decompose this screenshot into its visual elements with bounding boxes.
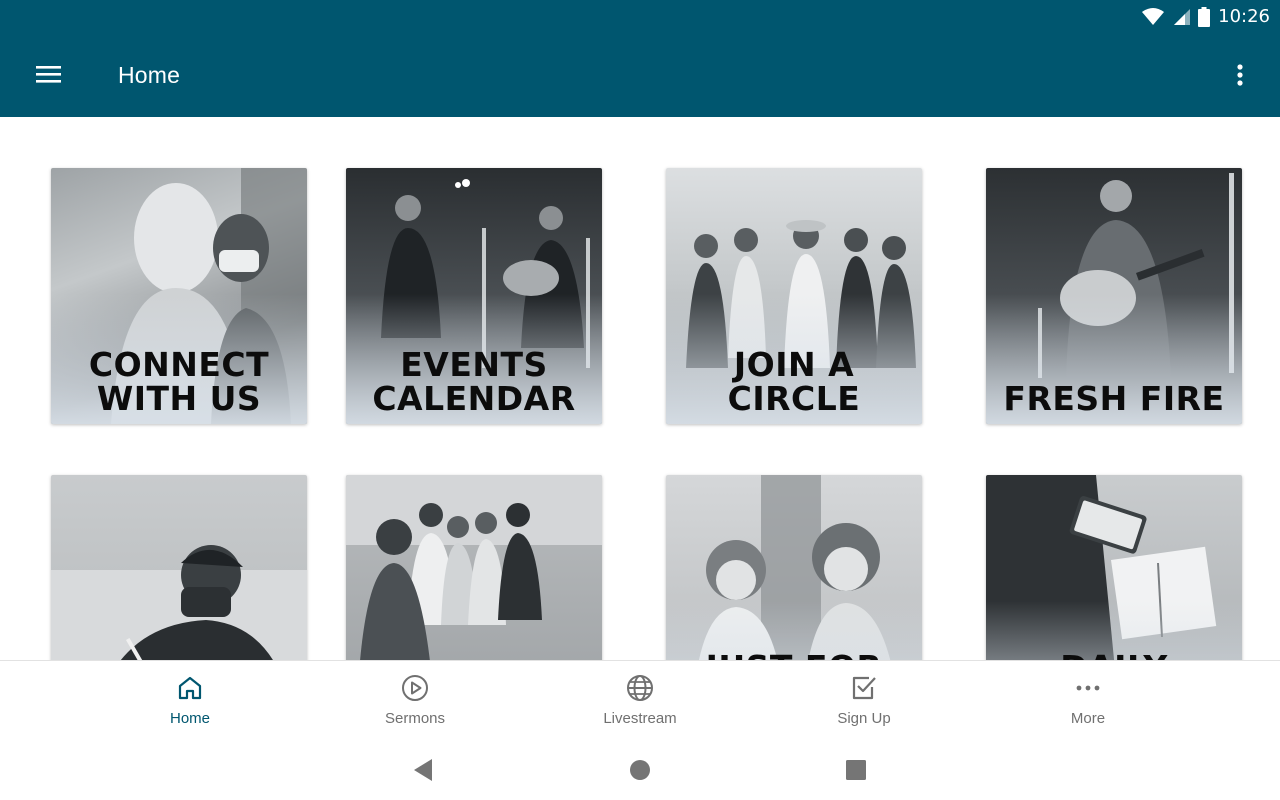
status-icons: 10:26 — [1142, 6, 1270, 27]
nav-label: Livestream — [603, 710, 677, 727]
more-vert-icon — [1237, 64, 1243, 86]
tile-photo — [346, 475, 602, 660]
nav-item-livestream[interactable]: Livestream — [570, 661, 710, 741]
system-navigation-bar — [0, 740, 1280, 800]
tile-photo — [51, 475, 307, 660]
nav-item-sign-up[interactable]: Sign Up — [794, 661, 934, 741]
tile-label: JOIN A CIRCLE — [727, 345, 861, 418]
tile-label: CONNECT WITH US — [88, 345, 270, 418]
globe-icon — [627, 675, 653, 701]
clock: 10:26 — [1218, 6, 1270, 27]
system-back-button[interactable] — [408, 756, 438, 786]
tile-fresh-fire[interactable]: FRESH FIRE — [986, 168, 1242, 424]
tile-label: JUST FOR — [666, 651, 922, 661]
nav-item-more[interactable]: More — [1018, 661, 1158, 741]
nav-item-sermons[interactable]: Sermons — [345, 661, 485, 741]
tile-label: FRESH FIRE — [1003, 379, 1225, 418]
wifi-icon — [1142, 7, 1165, 25]
tile-just-for[interactable]: JUST FOR — [666, 475, 922, 660]
tile-6[interactable] — [346, 475, 602, 660]
home-circle-icon — [630, 760, 650, 780]
nav-label: Sermons — [384, 710, 446, 727]
page-title: Home — [118, 62, 181, 88]
checkbox-icon — [852, 676, 876, 700]
navigation-menu-button[interactable] — [28, 58, 68, 94]
cellular-signal-icon — [1174, 8, 1191, 25]
overflow-menu-button[interactable] — [1224, 58, 1256, 94]
system-home-button[interactable] — [625, 756, 655, 786]
play-circle-icon — [402, 675, 428, 701]
recents-square-icon — [846, 760, 866, 780]
nav-label: Sign Up — [837, 710, 891, 727]
tile-label: EVENTS CALENDAR — [372, 345, 576, 418]
nav-item-home[interactable]: Home — [120, 661, 260, 741]
tile-grid: CONNECT WITH US EVENTS CALENDAR JOIN A C… — [0, 117, 1280, 660]
app-bar: Home — [0, 34, 1280, 117]
nav-label: Home — [169, 710, 210, 727]
more-horiz-icon — [1076, 685, 1100, 691]
home-icon — [178, 676, 202, 700]
tile-5[interactable] — [51, 475, 307, 660]
tile-label: DAILY — [986, 651, 1242, 661]
hamburger-menu-icon — [36, 66, 61, 83]
back-triangle-icon — [414, 759, 432, 781]
system-recents-button[interactable] — [841, 756, 871, 786]
group-seated-photo-icon — [346, 475, 602, 660]
tile-events-calendar[interactable]: EVENTS CALENDAR — [346, 168, 602, 424]
tile-connect-with-us[interactable]: CONNECT WITH US — [51, 168, 307, 424]
bottom-navigation: Home Sermons Livestream Sign Up More — [0, 660, 1280, 740]
status-bar: 10:26 — [0, 0, 1280, 34]
tile-join-a-circle[interactable]: JOIN A CIRCLE — [666, 168, 922, 424]
nav-label: More — [1070, 710, 1106, 727]
battery-icon — [1198, 6, 1211, 27]
person-writing-photo-icon — [51, 545, 307, 660]
tile-daily[interactable]: DAILY — [986, 475, 1242, 660]
